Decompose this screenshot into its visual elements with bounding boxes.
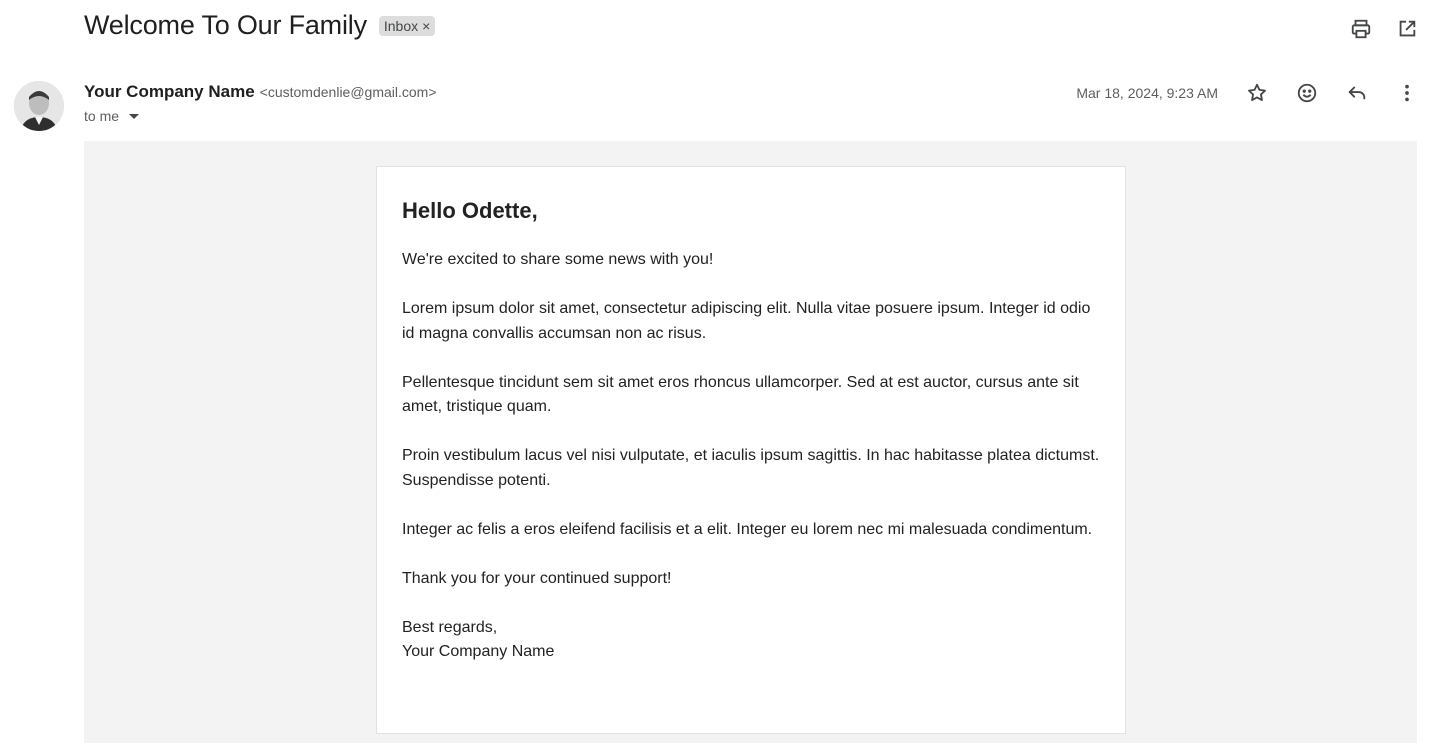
open-in-new-icon[interactable] <box>1394 16 1420 42</box>
message-timestamp: Mar 18, 2024, 9:23 AM <box>1076 85 1218 101</box>
emoji-icon[interactable] <box>1294 80 1320 106</box>
sender-email: <customdenlie@gmail.com> <box>259 84 437 100</box>
sender-name[interactable]: Your Company Name <box>84 82 255 102</box>
signature-text: Your Company Name <box>402 643 555 660</box>
subject-row: Welcome To Our Family Inbox × <box>84 10 436 41</box>
label-text: Inbox <box>383 17 419 34</box>
recipient-details-toggle[interactable]: to me <box>84 108 437 124</box>
inbox-label-chip[interactable]: Inbox × <box>378 15 436 36</box>
greeting-heading: Hello Odette, <box>402 198 538 223</box>
star-icon[interactable] <box>1244 80 1270 106</box>
body-paragraph: Proin vestibulum lacus vel nisi vulputat… <box>402 447 1100 489</box>
reply-icon[interactable] <box>1344 80 1370 106</box>
body-paragraph: We're excited to share some news with yo… <box>402 251 714 268</box>
caret-down-icon <box>129 113 140 119</box>
email-view: Welcome To Our Family Inbox × Your Compa… <box>0 0 1434 743</box>
body-paragraph: Lorem ipsum dolor sit amet, consectetur … <box>402 300 1091 342</box>
body-paragraph: Thank you for your continued support! <box>402 569 672 587</box>
recipient-text: to me <box>84 108 120 124</box>
body-paragraph: Pellentesque tincidunt sem sit amet eros… <box>402 373 1079 416</box>
remove-label-icon[interactable]: × <box>422 18 430 34</box>
email-subject: Welcome To Our Family <box>84 10 367 40</box>
email-body-background: Hello Odette, We're excited to share som… <box>84 141 1417 743</box>
body-paragraph: Integer ac felis a eros eleifend facilis… <box>402 520 1093 538</box>
sender-info: Your Company Name <customdenlie@gmail.co… <box>84 82 437 124</box>
message-actions: Mar 18, 2024, 9:23 AM <box>1076 80 1420 106</box>
print-icon[interactable] <box>1348 16 1374 42</box>
email-content-card: Hello Odette, We're excited to share som… <box>376 166 1126 734</box>
more-vertical-icon[interactable] <box>1394 80 1420 106</box>
closing-text: Best regards, <box>402 618 498 636</box>
sender-avatar[interactable] <box>14 81 64 131</box>
thread-actions <box>1348 16 1420 42</box>
